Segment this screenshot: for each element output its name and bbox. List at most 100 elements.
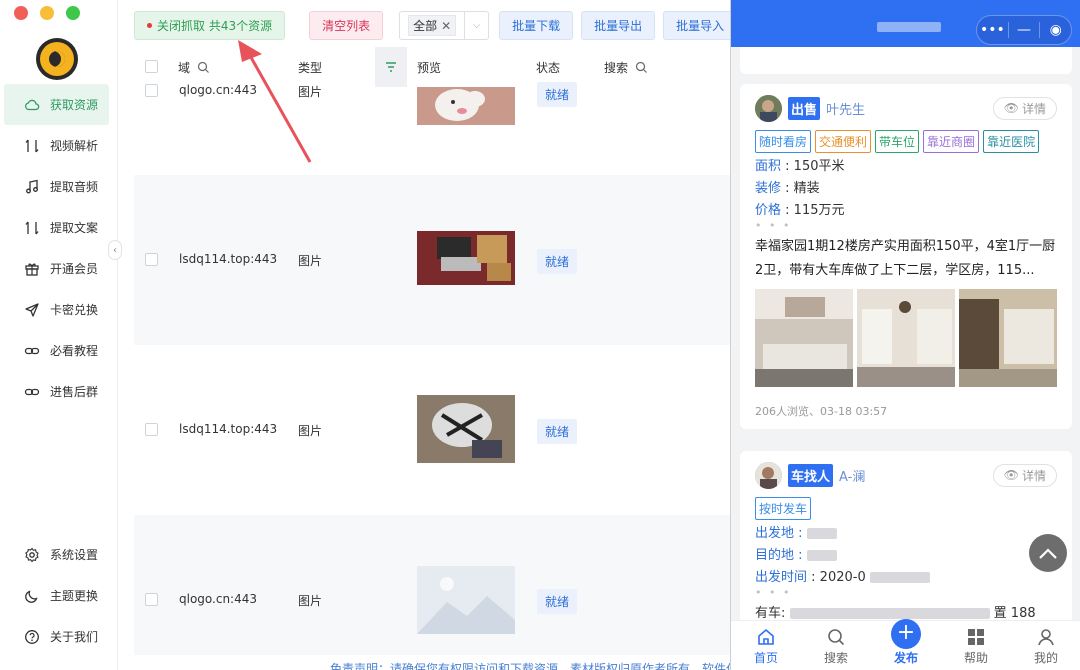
table-row[interactable]: qlogo.cn:443 图片 就绪 bbox=[134, 515, 730, 655]
bottom-tab-bar: 首页 搜索 + 发布 帮助 我的 bbox=[731, 619, 1080, 670]
table-row[interactable]: lsdq114.top:443 图片 就绪 bbox=[134, 345, 730, 515]
car-info-tail: 置 188 bbox=[993, 606, 1036, 621]
departure-time-value: 2020-0 bbox=[819, 570, 866, 585]
window-controls bbox=[14, 6, 80, 20]
close-window-button[interactable] bbox=[14, 6, 28, 20]
panel-title-blurred bbox=[877, 22, 941, 32]
link-icon bbox=[24, 343, 40, 359]
column-header-preview: 预览 bbox=[417, 61, 442, 75]
row-checkbox[interactable] bbox=[145, 84, 158, 97]
tab-search[interactable]: 搜索 bbox=[801, 621, 871, 670]
sidebar-item-label: 视频解析 bbox=[50, 139, 99, 153]
toggle-capture-button[interactable]: 关闭抓取 共43个资源 bbox=[134, 11, 286, 40]
redacted-value bbox=[806, 528, 837, 539]
listing-photo[interactable] bbox=[857, 289, 955, 387]
filter-tag-label: 全部 bbox=[413, 19, 438, 33]
listing-type-badge: 车找人 bbox=[788, 463, 834, 487]
tab-help[interactable]: 帮助 bbox=[941, 621, 1011, 670]
row-preview-image[interactable] bbox=[417, 395, 515, 463]
tab-label: 搜索 bbox=[823, 651, 848, 665]
listing-photo[interactable] bbox=[959, 289, 1057, 387]
sidebar-item-tutorial[interactable]: 必看教程 bbox=[0, 330, 117, 371]
table-row[interactable]: qlogo.cn:443 图片 就绪 bbox=[134, 82, 730, 175]
gear-icon bbox=[24, 547, 40, 563]
grid-icon bbox=[967, 625, 985, 649]
sidebar-item-settings[interactable]: 系统设置 bbox=[0, 534, 117, 575]
tab-label: 帮助 bbox=[963, 651, 988, 665]
image-placeholder-icon[interactable] bbox=[417, 566, 515, 634]
filter-tag: 全部 ✕ bbox=[408, 15, 457, 36]
tag-list: 随时看房 交通便利 带车位 靠近商圈 靠近医院 bbox=[755, 130, 1057, 153]
minimize-window-button[interactable] bbox=[40, 6, 54, 20]
type-filter-select[interactable]: 全部 ✕ ⌵ bbox=[399, 11, 490, 40]
user-icon bbox=[1036, 625, 1056, 649]
scroll-to-top-button[interactable] bbox=[1029, 534, 1067, 572]
column-header-domain[interactable]: 域 bbox=[178, 59, 210, 76]
redacted-value bbox=[789, 608, 990, 619]
row-type: 图片 bbox=[298, 424, 323, 438]
sidebar-item-theme[interactable]: 主题更换 bbox=[0, 575, 117, 616]
row-preview-image[interactable] bbox=[417, 87, 515, 125]
clear-list-button[interactable]: 清空列表 bbox=[309, 11, 384, 40]
feature-tag: 靠近商圈 bbox=[923, 130, 980, 153]
chevron-down-icon[interactable]: ⌵ bbox=[464, 12, 488, 39]
sidebar-collapse-toggle[interactable]: ‹ bbox=[108, 240, 122, 260]
search-icon[interactable] bbox=[635, 61, 648, 74]
row-domain: qlogo.cn:443 bbox=[179, 592, 258, 606]
sidebar: 获取资源 视频解析 提取音频 提取文案 开通会员 卡密兑换 必看教程 进售后群 … bbox=[0, 0, 118, 670]
row-checkbox[interactable] bbox=[145, 593, 158, 606]
row-status-badge: 就绪 bbox=[537, 249, 578, 274]
type-filter-column-button[interactable] bbox=[375, 47, 407, 87]
listing-card[interactable]: 出售 叶先生 👁 详情 随时看房 交通便利 带车位 靠近商圈 靠近医院 面积 :… bbox=[740, 84, 1072, 429]
tab-mine[interactable]: 我的 bbox=[1011, 621, 1080, 670]
batch-import-button[interactable]: 批量导入 bbox=[663, 11, 738, 40]
search-icon[interactable] bbox=[197, 61, 210, 74]
sidebar-item-extract-audio[interactable]: 提取音频 bbox=[0, 166, 117, 207]
ellipsis-icon: • • • bbox=[755, 219, 792, 232]
row-preview-image[interactable] bbox=[417, 231, 515, 285]
detail-button-label: 详情 bbox=[1021, 101, 1046, 116]
row-status-badge: 就绪 bbox=[537, 82, 578, 107]
sidebar-item-redeem[interactable]: 卡密兑换 bbox=[0, 289, 117, 330]
column-header-label: 域 bbox=[178, 61, 191, 75]
sidebar-item-label: 提取音频 bbox=[50, 180, 99, 194]
row-checkbox[interactable] bbox=[145, 423, 158, 436]
card-header: 出售 叶先生 👁 详情 bbox=[755, 94, 1057, 122]
sidebar-item-label: 提取文案 bbox=[50, 221, 99, 235]
cloud-icon bbox=[24, 97, 40, 113]
redacted-value bbox=[806, 550, 837, 561]
more-icon[interactable]: ••• bbox=[977, 22, 1008, 38]
close-icon[interactable]: ✕ bbox=[441, 19, 451, 33]
sidebar-item-membership[interactable]: 开通会员 bbox=[0, 248, 117, 289]
sidebar-item-about[interactable]: 关于我们 bbox=[0, 616, 117, 657]
table-row[interactable]: lsdq114.top:443 图片 就绪 bbox=[134, 175, 730, 345]
batch-download-button[interactable]: 批量下载 bbox=[499, 11, 574, 40]
sidebar-item-support-group[interactable]: 进售后群 bbox=[0, 371, 117, 412]
tab-home[interactable]: 首页 bbox=[731, 621, 801, 670]
detail-button[interactable]: 👁 详情 bbox=[992, 96, 1057, 120]
listing-photo[interactable] bbox=[755, 289, 853, 387]
home-icon bbox=[756, 625, 776, 649]
chevron-left-icon: ‹ bbox=[113, 244, 117, 256]
sidebar-item-extract-text[interactable]: 提取文案 bbox=[0, 207, 117, 248]
listing-card[interactable]: 车找人 A-澜 👁 详情 按时发车 出发地 : 目的地 : 出发时间 : 202… bbox=[740, 451, 1072, 631]
sidebar-item-get-resources[interactable]: 获取资源 bbox=[4, 84, 109, 125]
tab-publish[interactable]: + 发布 bbox=[871, 619, 941, 670]
detail-button[interactable]: 👁 详情 bbox=[992, 463, 1057, 487]
batch-export-button[interactable]: 批量导出 bbox=[581, 11, 656, 40]
row-checkbox[interactable] bbox=[145, 253, 158, 266]
decoration-row: 装修 : 精装 bbox=[755, 181, 820, 196]
eye-icon: 👁 bbox=[1003, 468, 1019, 482]
close-circle-icon[interactable]: ◉ bbox=[1040, 22, 1071, 38]
tab-label: 我的 bbox=[1033, 651, 1058, 665]
feature-tag: 靠近医院 bbox=[983, 130, 1040, 153]
minimize-icon[interactable]: — bbox=[1009, 22, 1040, 38]
select-all-checkbox[interactable] bbox=[145, 60, 158, 73]
maximize-window-button[interactable] bbox=[66, 6, 80, 20]
departure-time-row: 出发时间 : 2020-0 bbox=[755, 570, 1057, 586]
sidebar-item-video-parse[interactable]: 视频解析 bbox=[0, 125, 117, 166]
sidebar-item-label: 系统设置 bbox=[50, 548, 99, 562]
column-header-search[interactable]: 搜索 bbox=[604, 59, 648, 76]
sidebar-item-label: 关于我们 bbox=[50, 630, 99, 644]
mini-program-panel: ••• — ◉ 出售 叶先生 👁 详情 随时看房 交通便利 带车位 靠近商圈 靠… bbox=[730, 0, 1080, 670]
